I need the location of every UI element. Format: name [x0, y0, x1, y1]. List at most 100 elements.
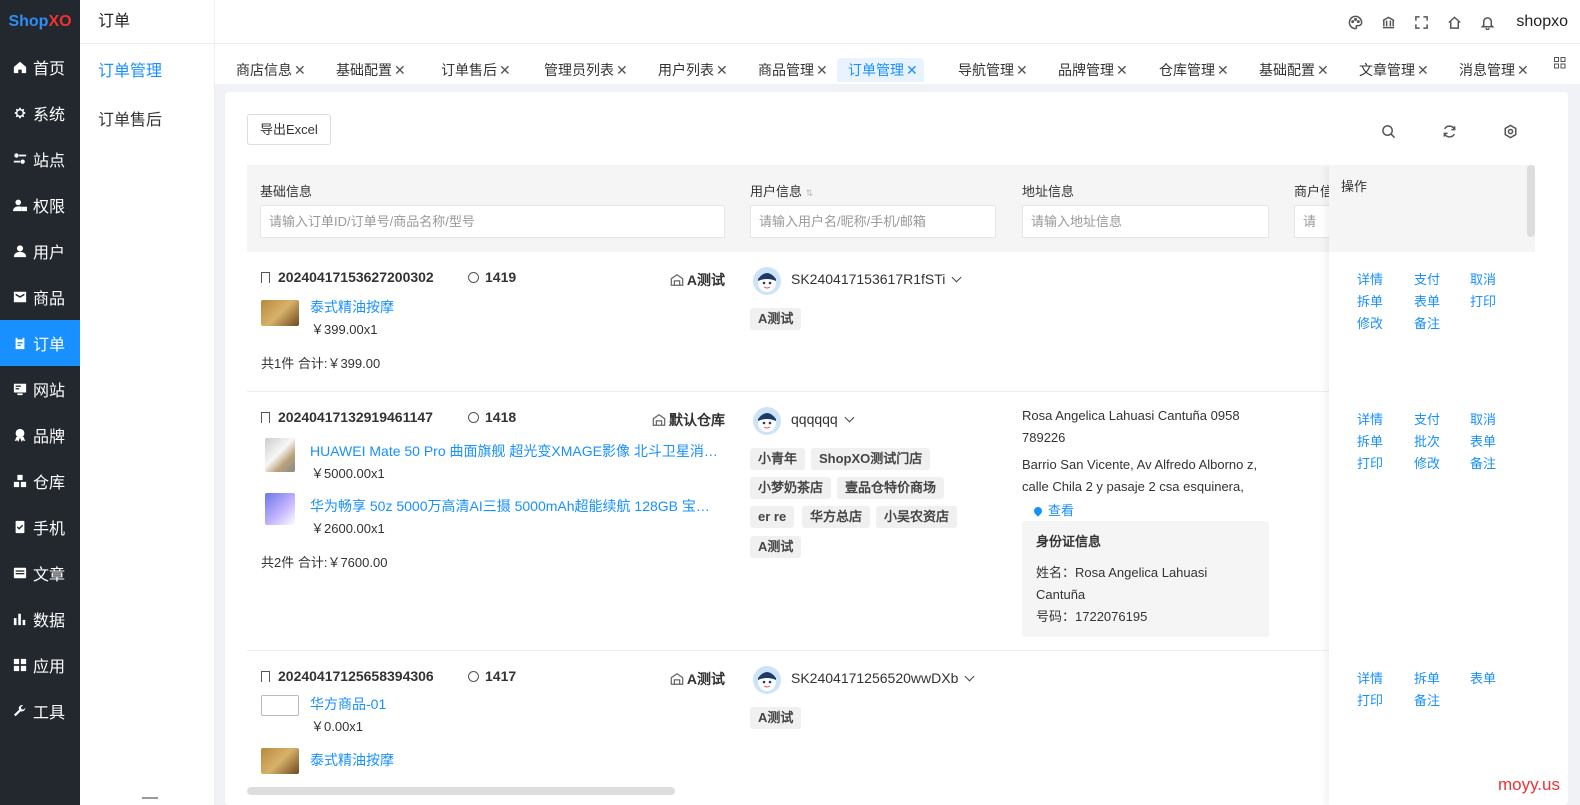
nav-item-1[interactable]: 系统 — [0, 90, 80, 136]
close-icon[interactable]: ✕ — [394, 58, 406, 82]
order-number[interactable]: 20240417125658394306 — [261, 668, 434, 684]
order-action-link[interactable]: 打印 — [1357, 453, 1383, 472]
close-icon[interactable]: ✕ — [1016, 58, 1028, 82]
collapse-handle[interactable] — [142, 797, 158, 799]
tab-grid-icon[interactable] — [1554, 57, 1566, 69]
palette-icon[interactable] — [1347, 14, 1363, 30]
tab-7[interactable]: 导航管理 ✕ — [947, 58, 1034, 82]
tab-10[interactable]: 基础配置 ✕ — [1248, 58, 1335, 82]
close-icon[interactable]: ✕ — [1217, 58, 1229, 82]
product-name-link[interactable]: 泰式精油按摩 — [310, 297, 394, 317]
broken-image-icon[interactable] — [261, 695, 299, 716]
order-number[interactable]: 20240417153627200302 — [261, 269, 434, 285]
close-icon[interactable]: ✕ — [716, 58, 728, 82]
user-info-filter-input[interactable]: 请输入用户名/昵称/手机/邮箱 — [750, 205, 996, 238]
order-action-link[interactable]: 备注 — [1414, 313, 1440, 332]
tab-2[interactable]: 订单售后 ✕ — [430, 58, 517, 82]
order-action-link[interactable]: 支付 — [1414, 409, 1440, 428]
address-filter-input[interactable]: 请输入地址信息 — [1022, 205, 1269, 238]
refresh-icon[interactable] — [1442, 124, 1458, 140]
house-icon[interactable] — [1446, 14, 1462, 30]
order-action-link[interactable]: 支付 — [1414, 269, 1440, 288]
product-name-link[interactable]: 泰式精油按摩 — [310, 750, 394, 770]
close-icon[interactable]: ✕ — [906, 58, 918, 82]
tab-3[interactable]: 管理员列表 ✕ — [533, 58, 634, 82]
export-excel-button[interactable]: 导出Excel — [247, 114, 331, 145]
nav-item-9[interactable]: 仓库 — [0, 458, 80, 504]
close-icon[interactable]: ✕ — [294, 58, 306, 82]
submenu-item-order-manage[interactable]: 订单管理 — [80, 47, 214, 96]
chevron-down-icon[interactable] — [964, 671, 975, 682]
current-username[interactable]: shopxo — [1516, 13, 1568, 31]
close-icon[interactable]: ✕ — [816, 58, 828, 82]
close-icon[interactable]: ✕ — [616, 58, 628, 82]
product-thumbnail[interactable] — [265, 493, 295, 525]
order-action-link[interactable]: 取消 — [1470, 269, 1496, 288]
column-header-user[interactable]: 用户信息 ⇅ — [750, 181, 813, 200]
product-name-link[interactable]: 华为畅享 50z 5000万高清AI三摄 5000mAh超能续航 128GB 宝… — [310, 496, 722, 516]
close-icon[interactable]: ✕ — [499, 58, 511, 82]
nav-item-14[interactable]: 工具 — [0, 688, 80, 734]
order-number[interactable]: 20240417132919461147 — [261, 409, 433, 425]
nav-item-5[interactable]: 商品 — [0, 274, 80, 320]
vertical-scrollbar[interactable] — [1527, 165, 1535, 237]
order-action-link[interactable]: 修改 — [1357, 313, 1383, 332]
nav-item-8[interactable]: 品牌 — [0, 412, 80, 458]
nav-item-10[interactable]: 手机 — [0, 504, 80, 550]
order-action-link[interactable]: 打印 — [1470, 291, 1496, 310]
nav-item-4[interactable]: 用户 — [0, 228, 80, 274]
order-action-link[interactable]: 表单 — [1414, 291, 1440, 310]
order-action-link[interactable]: 表单 — [1470, 431, 1496, 450]
order-action-link[interactable]: 取消 — [1470, 409, 1496, 428]
user-name[interactable]: SK240417153617R1fSTi — [791, 271, 962, 287]
product-thumbnail[interactable] — [261, 748, 299, 774]
nav-item-6[interactable]: 订单 — [0, 320, 80, 366]
close-icon[interactable]: ✕ — [1116, 58, 1128, 82]
nav-item-3[interactable]: 权限 — [0, 182, 80, 228]
order-action-link[interactable]: 拆单 — [1357, 291, 1383, 310]
order-action-link[interactable]: 备注 — [1414, 690, 1440, 709]
tab-1[interactable]: 基础配置 ✕ — [325, 58, 412, 82]
chevron-down-icon[interactable] — [951, 272, 962, 283]
nav-item-2[interactable]: 站点 — [0, 136, 80, 182]
close-icon[interactable]: ✕ — [1317, 58, 1329, 82]
nav-item-13[interactable]: 应用 — [0, 642, 80, 688]
avatar[interactable] — [753, 407, 781, 435]
order-action-link[interactable]: 表单 — [1470, 668, 1496, 687]
user-name[interactable]: SK2404171256520wwDXb — [791, 670, 975, 686]
fullscreen-icon[interactable] — [1413, 14, 1429, 30]
horizontal-scrollbar[interactable] — [247, 787, 675, 795]
merchant-filter-select[interactable]: 请选 — [1294, 205, 1334, 238]
submenu-item-after-sale[interactable]: 订单售后 — [80, 96, 214, 145]
view-map-link[interactable]: 查看 — [1032, 500, 1074, 519]
close-icon[interactable]: ✕ — [1517, 58, 1529, 82]
order-action-link[interactable]: 拆单 — [1414, 668, 1440, 687]
order-action-link[interactable]: 备注 — [1470, 453, 1496, 472]
nav-item-7[interactable]: 网站 — [0, 366, 80, 412]
order-action-link[interactable]: 修改 — [1414, 453, 1440, 472]
tab-9[interactable]: 仓库管理 ✕ — [1148, 58, 1235, 82]
tab-4[interactable]: 用户列表 ✕ — [647, 58, 734, 82]
order-action-link[interactable]: 详情 — [1357, 668, 1383, 687]
nav-item-11[interactable]: 文章 — [0, 550, 80, 596]
nav-item-0[interactable]: 首页 — [0, 44, 80, 90]
tab-0[interactable]: 商店信息 ✕ — [225, 58, 312, 82]
sort-icon[interactable]: ⇅ — [806, 188, 814, 198]
tab-5[interactable]: 商品管理 ✕ — [747, 58, 834, 82]
product-thumbnail[interactable] — [265, 438, 295, 472]
tab-12[interactable]: 消息管理 ✕ — [1448, 58, 1535, 82]
settings-icon[interactable] — [1503, 124, 1519, 140]
tab-11[interactable]: 文章管理 ✕ — [1348, 58, 1435, 82]
bell-icon[interactable] — [1479, 14, 1495, 30]
search-icon[interactable] — [1381, 124, 1397, 140]
basic-info-filter-input[interactable]: 请输入订单ID/订单号/商品名称/型号 — [260, 205, 725, 238]
chevron-down-icon[interactable] — [844, 412, 855, 423]
product-name-link[interactable]: HUAWEI Mate 50 Pro 曲面旗舰 超光变XMAGE影像 北斗卫星消… — [310, 441, 722, 461]
product-name-link[interactable]: 华方商品-01 — [310, 694, 386, 714]
order-action-link[interactable]: 详情 — [1357, 269, 1383, 288]
order-action-link[interactable]: 打印 — [1357, 690, 1383, 709]
avatar[interactable] — [753, 666, 781, 694]
nav-item-12[interactable]: 数据 — [0, 596, 80, 642]
close-icon[interactable]: ✕ — [1417, 58, 1429, 82]
tab-6[interactable]: 订单管理 ✕ — [837, 58, 924, 82]
